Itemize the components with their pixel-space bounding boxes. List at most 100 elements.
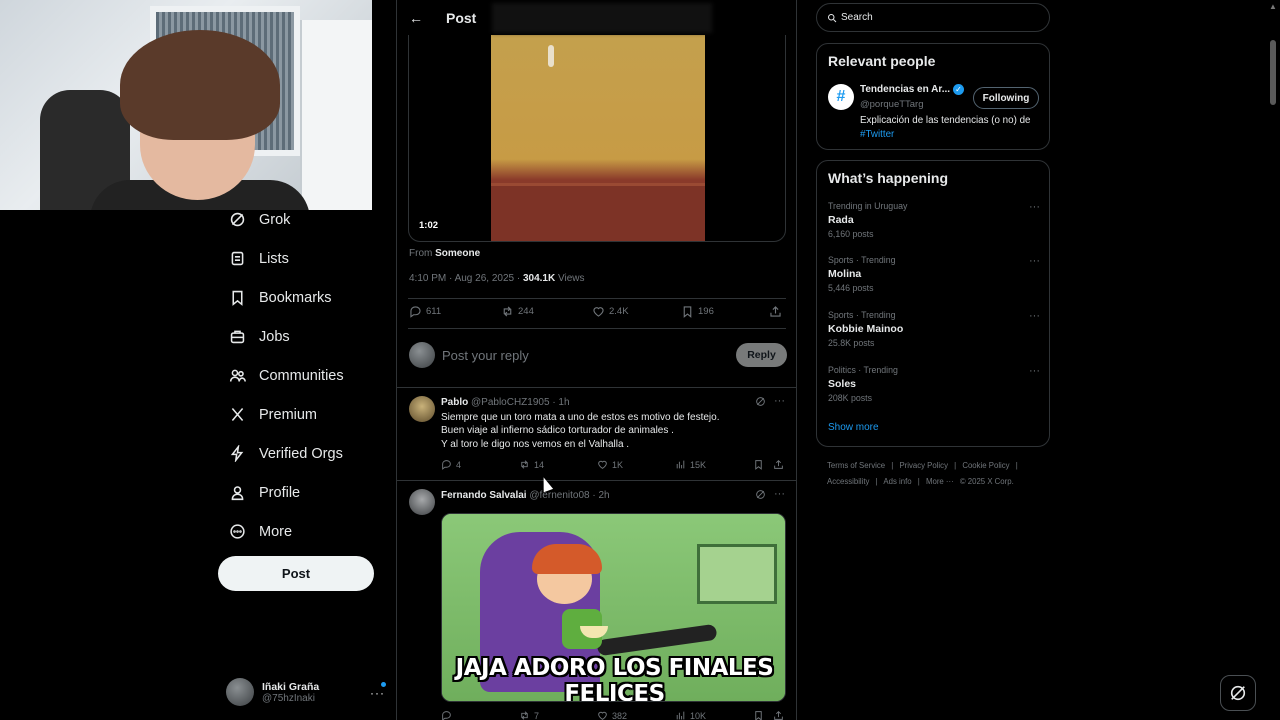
reply-tweet[interactable]: Pablo @PabloCHZ1905 · 1h ··· Siempre que…: [397, 387, 796, 479]
more-dots-icon[interactable]: ···: [1029, 310, 1040, 322]
grok-icon[interactable]: [755, 396, 766, 407]
footer-link-accessibility[interactable]: Accessibility: [827, 477, 869, 486]
video-arena-wall: [491, 183, 705, 241]
nav-item-verified-orgs[interactable]: Verified Orgs: [218, 434, 388, 473]
trend-context: Trending in Uruguay: [828, 201, 908, 211]
avatar[interactable]: [409, 396, 435, 422]
reply-input[interactable]: Post your reply: [442, 348, 529, 363]
tweet-image[interactable]: JAJA ADORO LOS FINALES FELICES: [441, 513, 786, 702]
footer-link-privacy[interactable]: Privacy Policy: [899, 461, 948, 470]
footer-link-more[interactable]: More ···: [926, 477, 954, 486]
reply-action[interactable]: 611: [409, 305, 501, 318]
share-action[interactable]: [773, 459, 784, 470]
search-input[interactable]: Search: [816, 3, 1050, 32]
footer-link-ads[interactable]: Ads info: [883, 477, 911, 486]
post-meta: 4:10 PM · Aug 26, 2025 · 304.1K Views: [409, 273, 585, 284]
bookmark-action[interactable]: 196: [681, 305, 769, 318]
share-action[interactable]: [773, 710, 784, 720]
more-dots-icon[interactable]: ···: [1029, 365, 1040, 377]
scroll-up-arrow-icon[interactable]: ▲: [1268, 2, 1278, 12]
nav-item-profile[interactable]: Profile: [218, 473, 388, 512]
reply-action[interactable]: [441, 710, 519, 720]
like-action[interactable]: 382: [597, 710, 675, 720]
webcam-cabinet: [300, 20, 372, 210]
repost-count: 14: [534, 459, 545, 470]
repost-action[interactable]: 7: [519, 710, 597, 720]
x-logo-icon: [228, 406, 246, 424]
more-dots-icon[interactable]: ···: [1029, 201, 1040, 213]
nav-item-lists[interactable]: Lists: [218, 239, 388, 278]
repost-action[interactable]: 244: [501, 305, 592, 318]
reply-button[interactable]: Reply: [736, 343, 787, 367]
views-action[interactable]: 15K: [675, 459, 753, 470]
tweet-time[interactable]: · 1h: [552, 397, 569, 408]
like-action[interactable]: 1K: [597, 459, 675, 470]
tweet-time[interactable]: · 2h: [592, 490, 609, 501]
bio-hashtag[interactable]: #Twitter: [860, 128, 1045, 142]
views-action[interactable]: 10K: [675, 710, 753, 720]
grok-floating-button[interactable]: [1220, 675, 1256, 711]
post-button[interactable]: Post: [218, 556, 374, 591]
trend-item[interactable]: Politics · Trending Soles 208K posts ···: [828, 365, 1040, 403]
like-action[interactable]: 2.4K: [592, 305, 681, 318]
nav-item-premium[interactable]: Premium: [218, 395, 388, 434]
heart-icon: [598, 711, 607, 720]
trend-item[interactable]: Sports · Trending Molina 5,446 posts ···: [828, 255, 1040, 293]
bookmark-action[interactable]: [753, 710, 773, 720]
bookmark-icon: [755, 711, 762, 720]
views-count: 15K: [690, 459, 707, 470]
trend-item[interactable]: Trending in Uruguay Rada 6,160 posts ···: [828, 201, 1040, 239]
trend-item[interactable]: Sports · Trending Kobbie Mainoo 25.8K po…: [828, 310, 1040, 348]
grok-icon[interactable]: [755, 489, 766, 500]
nav-item-jobs[interactable]: Jobs: [218, 317, 388, 356]
nav-item-more[interactable]: More: [218, 512, 388, 551]
from-name[interactable]: Someone: [435, 248, 480, 259]
account-switcher[interactable]: Iñaki Graña @75hzInaki ···: [226, 676, 391, 708]
views-count: 304.1K: [522, 273, 556, 284]
post-header: ← Post: [397, 0, 796, 35]
like-count: 1K: [612, 459, 624, 470]
repost-icon: [503, 306, 512, 317]
reply-action[interactable]: 4: [441, 459, 519, 470]
back-arrow-icon[interactable]: ←: [409, 10, 429, 26]
like-count: 382: [612, 710, 628, 720]
author-handle[interactable]: @PabloCHZ1905: [471, 397, 550, 408]
share-action[interactable]: [769, 305, 782, 318]
show-more-link[interactable]: Show more: [828, 422, 879, 433]
footer-link-terms[interactable]: Terms of Service: [827, 461, 885, 470]
post-video[interactable]: 1:02: [408, 35, 786, 242]
author-name[interactable]: Fernando Salvalai: [441, 490, 527, 501]
repost-action[interactable]: 14: [519, 459, 597, 470]
more-dots-icon[interactable]: ···: [774, 395, 785, 407]
footer-links: Terms of Service | Privacy Policy | Cook…: [827, 458, 1057, 490]
reply-count: 4: [456, 459, 462, 470]
footer-link-cookie[interactable]: Cookie Policy: [962, 461, 1009, 470]
trend-count: 5,446 posts: [828, 283, 874, 293]
bio-text: Explicación de las tendencias (o no) de: [860, 115, 1031, 126]
nav-item-bookmarks[interactable]: Bookmarks: [218, 278, 388, 317]
search-placeholder: Search: [841, 12, 873, 23]
following-button[interactable]: Following: [973, 87, 1039, 109]
reply-tweet[interactable]: Fernando Salvalai @fernenito08 · 2h ··· …: [397, 480, 796, 720]
nav-item-label: Jobs: [259, 328, 290, 345]
author-name[interactable]: Pablo: [441, 397, 468, 408]
more-dots-icon[interactable]: ···: [774, 488, 785, 500]
nav-item-communities[interactable]: Communities: [218, 356, 388, 395]
person-handle[interactable]: @porqueTTarg: [860, 99, 924, 110]
author-handle[interactable]: @fernenito08: [529, 490, 589, 501]
more-dots-icon[interactable]: ···: [1029, 255, 1040, 267]
meme-hair: [532, 544, 602, 574]
tweet-header: Fernando Salvalai @fernenito08 · 2h: [441, 490, 610, 501]
tweet-actions: 4 14 1K 15K: [441, 459, 785, 470]
person-name[interactable]: Tendencias en Ar... ✓: [860, 84, 965, 95]
tweet-line: Buen viaje al infierno sádico torturador…: [441, 425, 674, 437]
page-scrollbar[interactable]: [1270, 40, 1276, 105]
search-icon: [828, 13, 837, 22]
views-icon: [676, 460, 685, 469]
share-icon: [770, 306, 781, 317]
post-timestamp[interactable]: 4:10 PM · Aug 26, 2025 ·: [409, 273, 520, 284]
divider: [408, 328, 786, 329]
hashtag-avatar-icon[interactable]: #: [828, 84, 854, 110]
avatar[interactable]: [409, 489, 435, 515]
bookmark-action[interactable]: [753, 459, 773, 470]
